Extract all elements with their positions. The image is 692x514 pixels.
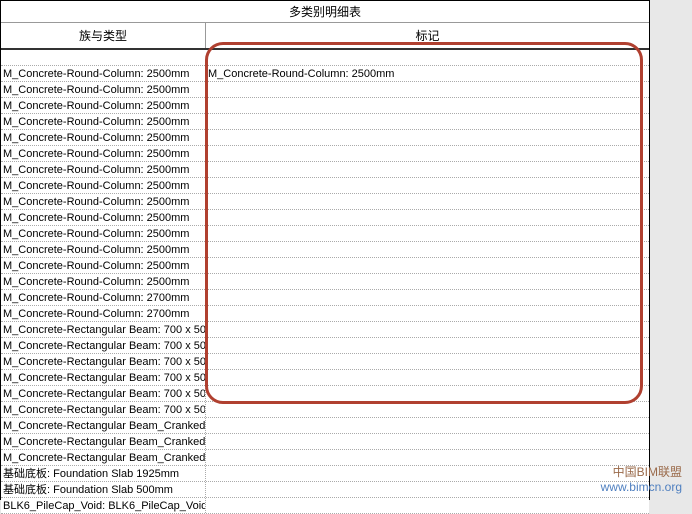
cell-family-type[interactable]: M_Concrete-Round-Column: 2500mm [1,98,206,113]
schedule-table: 多类别明细表 族与类型 标记 M_Concrete-Round-Column: … [0,0,650,500]
cell-family-type[interactable]: M_Concrete-Round-Column: 2500mm [1,178,206,193]
table-row[interactable]: M_Concrete-Rectangular Beam_Cranked: 1 [1,434,649,450]
cell-mark[interactable] [206,322,649,337]
cell-family-type[interactable]: M_Concrete-Round-Column: 2700mm [1,306,206,321]
cell-mark[interactable] [206,114,649,129]
cell-mark[interactable] [206,146,649,161]
cell-family-type[interactable]: M_Concrete-Rectangular Beam_Cranked: 1 [1,418,206,433]
cell-family-type[interactable]: M_Concrete-Round-Column: 2500mm [1,114,206,129]
cell-mark[interactable] [206,210,649,225]
cell-family-type[interactable]: M_Concrete-Round-Column: 2500mm [1,274,206,289]
table-row[interactable]: M_Concrete-Round-Column: 2700mm [1,290,649,306]
cell-family-type[interactable]: M_Concrete-Rectangular Beam: 700 x 500 [1,322,206,337]
table-row[interactable]: M_Concrete-Round-Column: 2500mm [1,162,649,178]
cell-mark[interactable] [206,242,649,257]
cell-family-type[interactable]: M_Concrete-Round-Column: 2500mm [1,82,206,97]
cell-mark[interactable] [206,194,649,209]
watermark: 中国BIM联盟 www.bimcn.org [601,465,682,494]
cell-family-type[interactable]: M_Concrete-Round-Column: 2500mm [1,146,206,161]
cell-family-type[interactable]: M_Concrete-Round-Column: 2500mm [1,258,206,273]
cell-mark[interactable] [206,370,649,385]
table-row[interactable]: M_Concrete-Rectangular Beam_Cranked: 1 [1,418,649,434]
watermark-line1: 中国BIM联盟 [601,465,682,479]
cell-mark[interactable] [206,290,649,305]
table-row[interactable]: M_Concrete-Rectangular Beam: 700 x 500 [1,370,649,386]
cell-family-type[interactable]: M_Concrete-Rectangular Beam: 700 x 500 [1,386,206,401]
cell-mark[interactable] [206,402,649,417]
spacer-row [1,50,649,66]
cell-mark[interactable] [206,258,649,273]
cell-family-type[interactable]: M_Concrete-Round-Column: 2500mm [1,162,206,177]
cell-mark[interactable] [206,498,649,513]
cell-family-type[interactable]: 基础底板: Foundation Slab 1925mm [1,466,206,481]
cell-family-type[interactable]: M_Concrete-Round-Column: 2700mm [1,290,206,305]
cell-family-type[interactable]: M_Concrete-Rectangular Beam: 700 x 500 [1,402,206,417]
table-row[interactable]: M_Concrete-Rectangular Beam_Cranked: 1 [1,450,649,466]
cell-mark[interactable] [206,274,649,289]
table-row[interactable]: M_Concrete-Round-Column: 2500mm [1,210,649,226]
cell-mark[interactable] [206,178,649,193]
table-row[interactable]: M_Concrete-Round-Column: 2500mm [1,146,649,162]
cell-mark[interactable] [206,162,649,177]
cell-family-type[interactable]: M_Concrete-Rectangular Beam: 700 x 500 [1,370,206,385]
table-row[interactable]: M_Concrete-Round-Column: 2500mm [1,98,649,114]
cell-mark[interactable] [206,82,649,97]
table-row[interactable]: BLK6_PileCap_Void: BLK6_PileCap_Void [1,498,649,514]
cell-mark[interactable] [206,130,649,145]
cell-mark[interactable] [206,354,649,369]
table-row[interactable]: M_Concrete-Rectangular Beam: 700 x 500 [1,402,649,418]
cell-mark[interactable] [206,434,649,449]
table-row[interactable]: M_Concrete-Round-Column: 2500mm [1,226,649,242]
cell-family-type[interactable]: M_Concrete-Round-Column: 2500mm [1,130,206,145]
table-row[interactable]: M_Concrete-Round-Column: 2500mm [1,274,649,290]
cell-mark[interactable]: M_Concrete-Round-Column: 2500mm [206,66,649,81]
table-row[interactable]: M_Concrete-Round-Column: 2500mm [1,194,649,210]
cell-family-type[interactable]: M_Concrete-Round-Column: 2500mm [1,194,206,209]
table-row[interactable]: M_Concrete-Round-Column: 2500mm [1,242,649,258]
cell-mark[interactable] [206,386,649,401]
schedule-body: M_Concrete-Round-Column: 2500mmM_Concret… [1,66,649,514]
table-row[interactable]: M_Concrete-Round-Column: 2500mm [1,258,649,274]
cell-family-type[interactable]: M_Concrete-Round-Column: 2500mm [1,210,206,225]
cell-family-type[interactable]: M_Concrete-Rectangular Beam: 700 x 500 [1,354,206,369]
cell-family-type[interactable]: M_Concrete-Rectangular Beam: 700 x 500 [1,338,206,353]
cell-family-type[interactable]: M_Concrete-Round-Column: 2500mm [1,66,206,81]
cell-mark[interactable] [206,482,649,497]
table-row[interactable]: 基础底板: Foundation Slab 500mm [1,482,649,498]
table-row[interactable]: 基础底板: Foundation Slab 1925mm [1,466,649,482]
cell-mark[interactable] [206,466,649,481]
table-row[interactable]: M_Concrete-Rectangular Beam: 700 x 500 [1,338,649,354]
cell-mark[interactable] [206,338,649,353]
table-row[interactable]: M_Concrete-Round-Column: 2500mm [1,178,649,194]
cell-family-type[interactable]: M_Concrete-Round-Column: 2500mm [1,226,206,241]
table-row[interactable]: M_Concrete-Round-Column: 2500mmM_Concret… [1,66,649,82]
cell-mark[interactable] [206,418,649,433]
cell-mark[interactable] [206,98,649,113]
table-row[interactable]: M_Concrete-Rectangular Beam: 700 x 500 [1,354,649,370]
table-row[interactable]: M_Concrete-Round-Column: 2500mm [1,130,649,146]
cell-mark[interactable] [206,226,649,241]
schedule-title: 多类别明细表 [1,1,649,23]
cell-family-type[interactable]: M_Concrete-Rectangular Beam_Cranked: 1 [1,450,206,465]
table-row[interactable]: M_Concrete-Round-Column: 2500mm [1,82,649,98]
cell-family-type[interactable]: 基础底板: Foundation Slab 500mm [1,482,206,497]
table-row[interactable]: M_Concrete-Round-Column: 2500mm [1,114,649,130]
table-row[interactable]: M_Concrete-Rectangular Beam: 700 x 500 [1,322,649,338]
schedule-header: 族与类型 标记 [1,23,649,50]
table-row[interactable]: M_Concrete-Round-Column: 2700mm [1,306,649,322]
table-row[interactable]: M_Concrete-Rectangular Beam: 700 x 500 [1,386,649,402]
cell-mark[interactable] [206,306,649,321]
cell-family-type[interactable]: M_Concrete-Round-Column: 2500mm [1,242,206,257]
cell-family-type[interactable]: M_Concrete-Rectangular Beam_Cranked: 1 [1,434,206,449]
header-family-type[interactable]: 族与类型 [1,23,206,48]
cell-mark[interactable] [206,450,649,465]
watermark-line2: www.bimcn.org [601,480,682,494]
cell-family-type[interactable]: BLK6_PileCap_Void: BLK6_PileCap_Void [1,498,206,513]
header-mark[interactable]: 标记 [206,23,649,48]
